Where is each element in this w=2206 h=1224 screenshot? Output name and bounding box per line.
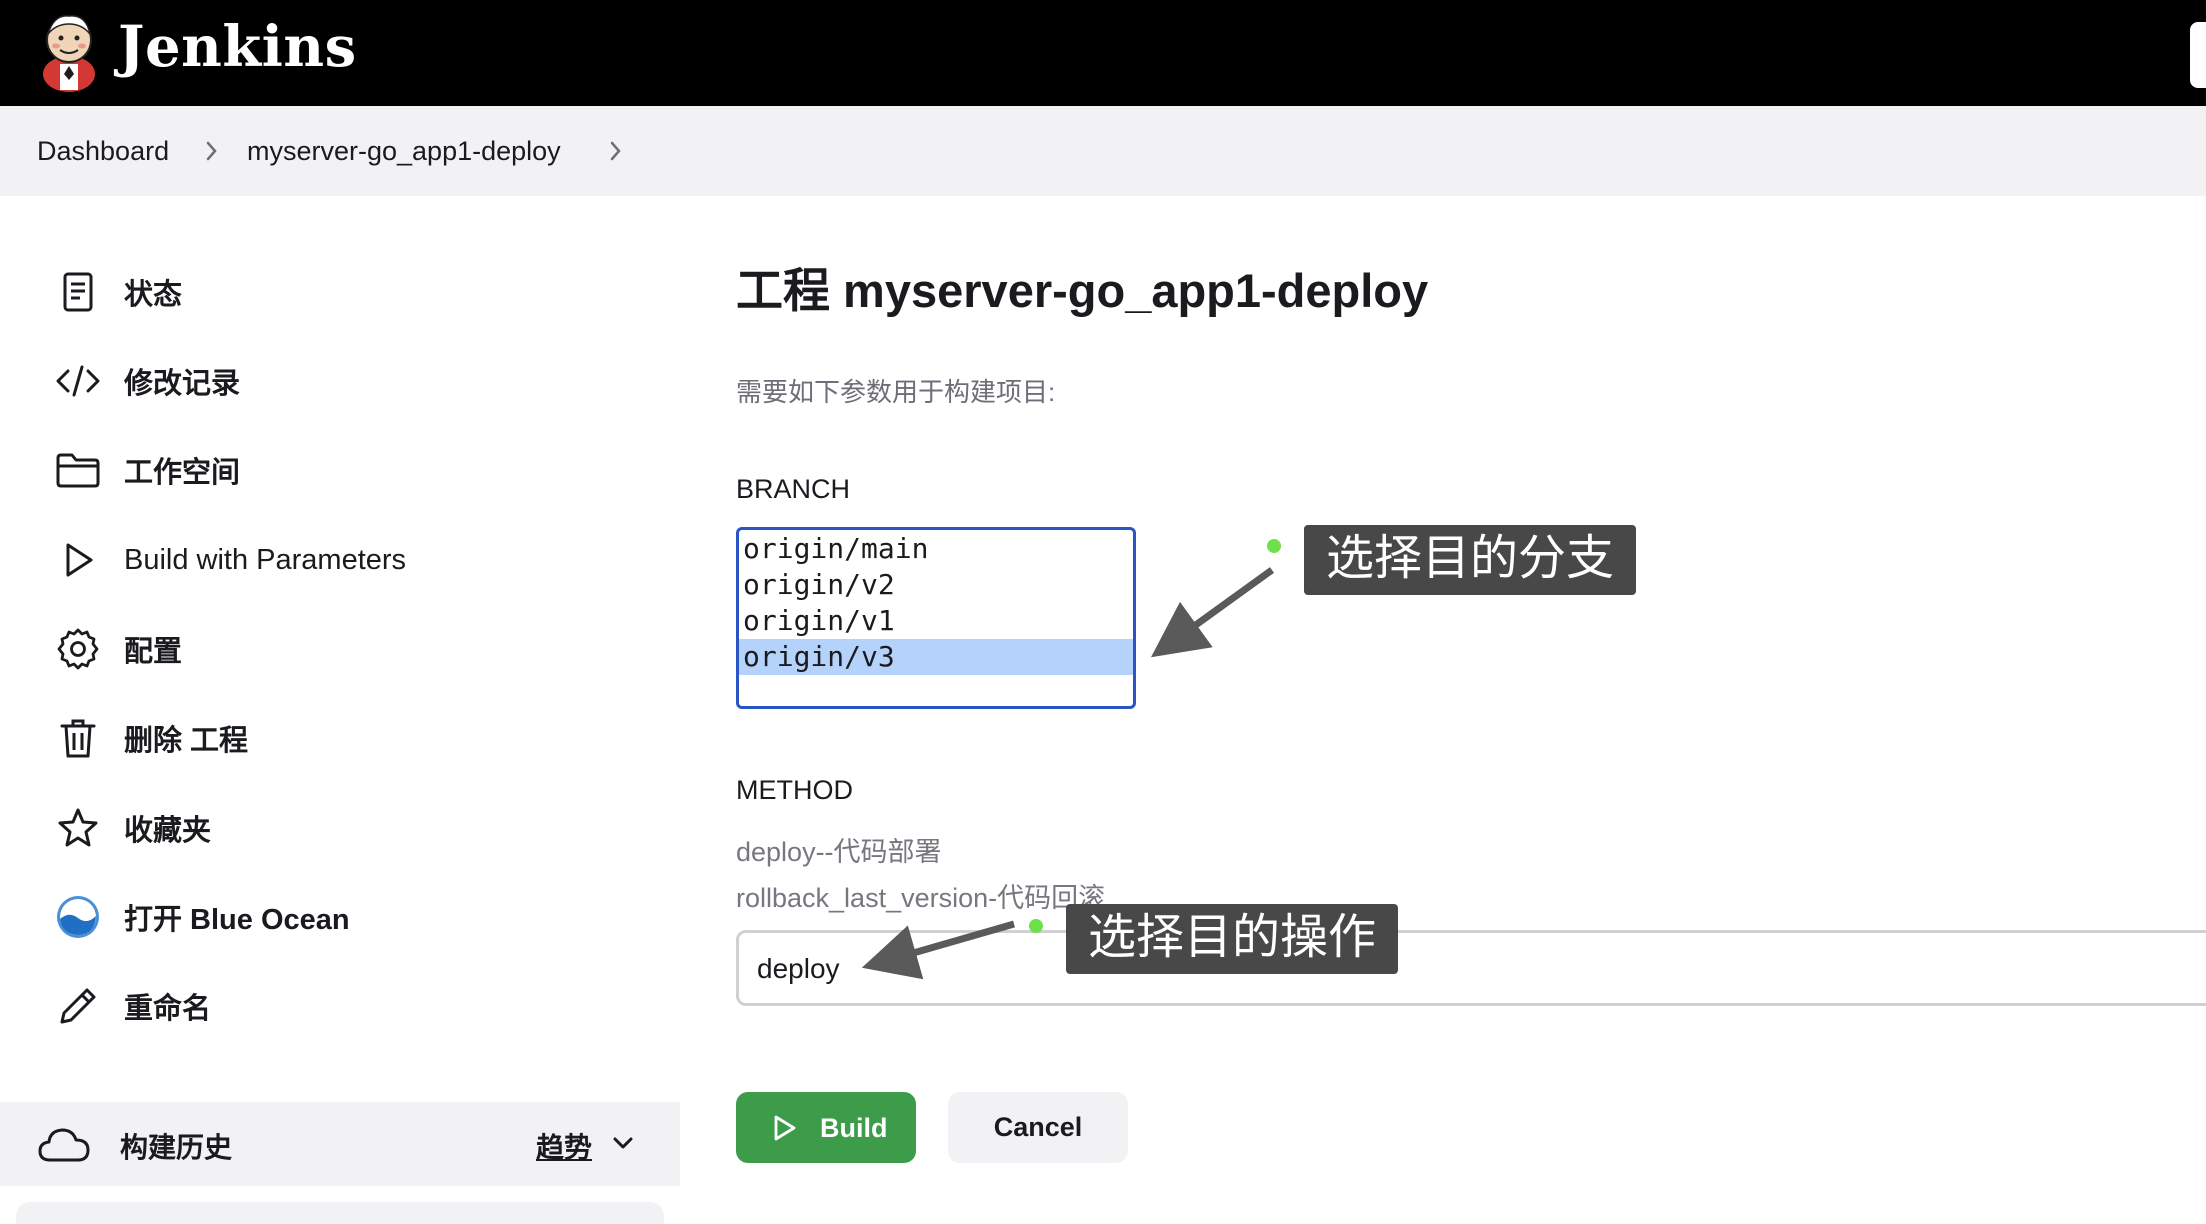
build-button-label: Build bbox=[820, 1113, 888, 1143]
jenkins-logo[interactable] bbox=[34, 8, 104, 92]
breadcrumb-project[interactable]: myserver-go_app1-deploy bbox=[247, 136, 561, 167]
sidebar-item-status[interactable]: 状态 bbox=[54, 264, 614, 320]
branch-callout-dot bbox=[1267, 539, 1281, 553]
folder-icon bbox=[54, 446, 102, 494]
build-button[interactable]: Build bbox=[736, 1092, 916, 1163]
method-description: deploy--代码部署 bbox=[736, 837, 942, 867]
method-value: deploy bbox=[757, 953, 840, 984]
sidebar-item-label: Build with Parameters bbox=[124, 543, 407, 576]
sidebar-item-label: 收藏夹 bbox=[124, 815, 212, 847]
branch-arrow bbox=[1150, 567, 1275, 658]
chevron-right-icon bbox=[204, 136, 220, 171]
breadcrumb-dashboard[interactable]: Dashboard bbox=[37, 136, 169, 167]
top-header: Jenkins bbox=[0, 0, 2206, 106]
document-icon bbox=[54, 268, 102, 316]
cancel-button[interactable]: Cancel bbox=[948, 1092, 1128, 1163]
cloud-icon bbox=[36, 1122, 92, 1171]
code-icon bbox=[54, 357, 102, 405]
pencil-icon bbox=[54, 982, 102, 1030]
chevron-down-icon[interactable] bbox=[610, 1130, 636, 1161]
branch-option-selected[interactable]: origin/v3 bbox=[739, 639, 1133, 675]
trash-icon bbox=[54, 714, 102, 762]
sidebar-item-configure[interactable]: 配置 bbox=[54, 621, 614, 677]
method-label: METHOD bbox=[736, 775, 853, 805]
method-callout: 选择目的操作 bbox=[1066, 904, 1399, 974]
header-search-edge[interactable] bbox=[2190, 22, 2206, 88]
blue-ocean-icon bbox=[54, 893, 102, 941]
chevron-right-icon[interactable] bbox=[608, 136, 624, 171]
build-history-filter[interactable] bbox=[16, 1202, 664, 1224]
branch-label: BRANCH bbox=[736, 474, 851, 504]
brand-name[interactable]: Jenkins bbox=[118, 14, 357, 80]
sidebar-item-workspace[interactable]: 工作空间 bbox=[54, 442, 614, 498]
sidebar-item-label: 重命名 bbox=[124, 993, 212, 1025]
sidebar-item-label: 删除 工程 bbox=[124, 725, 249, 757]
gear-icon bbox=[54, 625, 102, 673]
sidebar-item-delete[interactable]: 删除 工程 bbox=[54, 710, 614, 766]
build-history-title: 构建历史 bbox=[120, 1132, 233, 1163]
parameters-description: 需要如下参数用于构建项目: bbox=[736, 377, 1056, 407]
sidebar-item-favorite[interactable]: 收藏夹 bbox=[54, 800, 614, 856]
branch-callout: 选择目的分支 bbox=[1304, 525, 1637, 595]
star-icon bbox=[54, 804, 102, 852]
branch-option[interactable]: origin/v1 bbox=[739, 603, 1133, 639]
sidebar-item-label: 工作空间 bbox=[124, 457, 241, 489]
branch-option[interactable]: origin/v2 bbox=[739, 567, 1133, 603]
sidebar-item-blue-ocean[interactable]: 打开 Blue Ocean bbox=[54, 889, 614, 945]
play-icon bbox=[770, 1114, 798, 1149]
sidebar-item-build-with-parameters[interactable]: Build with Parameters bbox=[54, 532, 614, 588]
play-icon bbox=[54, 536, 102, 584]
sidebar-item-label: 状态 bbox=[124, 279, 183, 311]
sidebar-item-changes[interactable]: 修改记录 bbox=[54, 353, 614, 409]
sidebar-item-rename[interactable]: 重命名 bbox=[54, 978, 614, 1034]
build-history-panel: 构建历史 趋势 bbox=[0, 1102, 680, 1186]
branch-select[interactable]: origin/main origin/v2 origin/v1 origin/v… bbox=[736, 527, 1136, 709]
branch-option[interactable]: origin/main bbox=[739, 531, 1133, 567]
page-title: 工程 myserver-go_app1-deploy bbox=[736, 264, 1429, 317]
sidebar-item-label: 修改记录 bbox=[124, 368, 241, 400]
sidebar-item-label: 配置 bbox=[124, 636, 183, 668]
breadcrumb: Dashboard myserver-go_app1-deploy bbox=[0, 106, 2206, 196]
method-field[interactable]: deploy bbox=[736, 930, 2206, 1006]
method-description: rollback_last_version-代码回滚 bbox=[736, 883, 1106, 913]
sidebar-item-label: 打开 Blue Ocean bbox=[124, 904, 350, 936]
trend-link[interactable]: 趋势 bbox=[536, 1126, 592, 1166]
